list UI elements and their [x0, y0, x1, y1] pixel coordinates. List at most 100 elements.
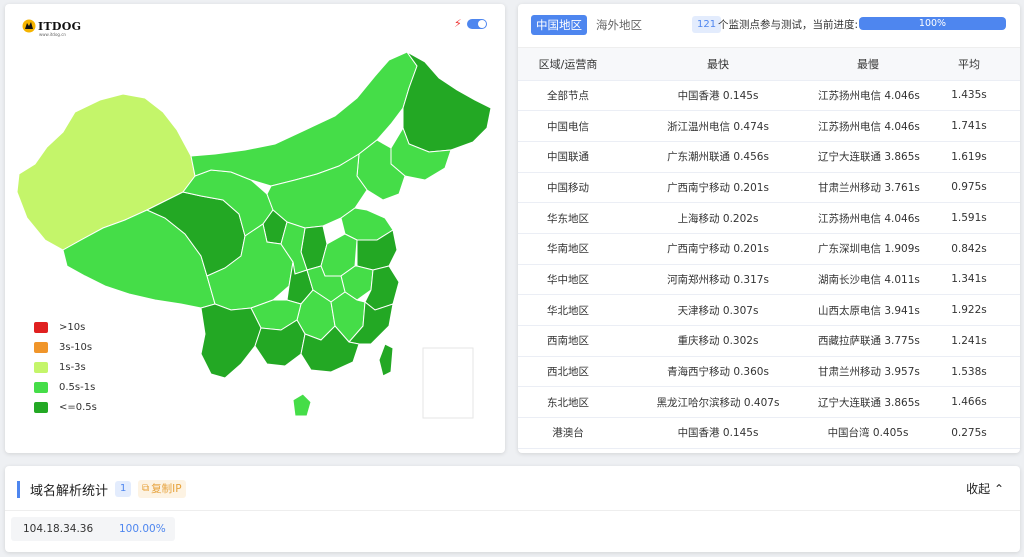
table-cell: 0.275s	[918, 417, 1020, 449]
table-row: 华东地区 上海移动 0.202s 江苏扬州电信 4.046s 1.591s	[518, 202, 1020, 234]
copy-ip-button[interactable]: ⧉ 复制IP	[138, 480, 186, 498]
legend-item[interactable]: 1s-3s	[34, 358, 97, 378]
table-cell: 中国台湾 0.405s	[818, 417, 918, 449]
table-cell: 1.341s	[918, 264, 1020, 296]
table-cell: 1.538s	[918, 356, 1020, 388]
table-cell: 1.435s	[918, 80, 1020, 112]
table-cell: 华南地区	[518, 233, 618, 265]
table-cell: 浙江温州电信 0.474s	[618, 110, 818, 142]
copy-icon: ⧉	[142, 483, 150, 494]
table-cell: 甘肃兰州移动 3.761s	[818, 172, 920, 204]
table-row: 中国移动 广西南宁移动 0.201s 甘肃兰州移动 3.761s 0.975s	[518, 172, 1020, 204]
region-taiwan	[378, 343, 394, 377]
table-cell: 黑龙江哈尔滨移动 0.407s	[618, 386, 818, 419]
region-hainan	[292, 393, 312, 417]
column-header: 最快	[618, 48, 818, 81]
table-cell: 中国香港 0.145s	[618, 80, 818, 112]
legend-label: 1s-3s	[59, 361, 86, 373]
legend-item[interactable]: <=0.5s	[34, 397, 97, 417]
table-cell: 江苏扬州电信 4.046s	[818, 202, 920, 234]
tab-china[interactable]: 中国地区	[531, 15, 587, 35]
tabs-row: 中国地区 海外地区 121 个监测点参与测试，当前进度: 100%	[518, 4, 1020, 48]
ip-chip[interactable]: 104.18.34.36 100.00%	[11, 517, 175, 541]
table-row: 华北地区 天津移动 0.307s 山西太原电信 3.941s 1.922s	[518, 294, 1020, 326]
region-yunnan	[200, 303, 262, 379]
stats-table: 区域/运营商 最快 最慢 平均 全部节点 中国香港 0.145s 江苏扬州电信 4.…	[518, 48, 1020, 449]
logo-subtext: www.itdog.cn	[39, 32, 66, 37]
divider	[5, 510, 1020, 511]
table-cell: 华北地区	[518, 294, 618, 326]
table-cell: 1.741s	[918, 110, 1020, 142]
dns-panel: 域名解析统计 1 ⧉ 复制IP 收起 ⌃ 104.18.34.36 100.00…	[5, 466, 1020, 552]
table-cell: 港澳台	[518, 417, 618, 449]
table-cell: 湖南长沙电信 4.011s	[818, 264, 920, 296]
legend-item[interactable]: 3s-10s	[34, 338, 97, 358]
node-count-text: 个监测点参与测试，当前进度:	[718, 19, 859, 31]
bolt-icon: ⚡	[454, 17, 462, 30]
table-cell: 西南地区	[518, 325, 618, 357]
collapse-button[interactable]: 收起 ⌃	[966, 480, 1004, 497]
chevron-up-icon: ⌃	[993, 482, 1004, 496]
itdog-logo: ITDOG	[22, 19, 81, 33]
south-sea-inset	[422, 347, 474, 419]
table-header-row: 区域/运营商 最快 最慢 平均	[518, 48, 1020, 81]
table-cell: 江苏扬州电信 4.046s	[818, 80, 920, 112]
table-cell: 华东地区	[518, 202, 618, 234]
progress-label: 100%	[918, 18, 947, 29]
logo-text: ITDOG	[38, 19, 82, 33]
table-cell: 1.241s	[918, 325, 1020, 357]
copy-ip-label: 复制IP	[151, 483, 182, 495]
table-cell: 全部节点	[518, 80, 618, 112]
table-row: 港澳台 中国香港 0.145s 中国台湾 0.405s 0.275s	[518, 417, 1020, 449]
table-cell: 0.842s	[918, 233, 1020, 265]
legend-item[interactable]: >10s	[34, 318, 97, 338]
legend-label: 0.5s-1s	[59, 381, 96, 393]
table-cell: 中国电信	[518, 110, 618, 142]
table-cell: 中国移动	[518, 172, 618, 204]
auto-refresh-toggle[interactable]	[467, 19, 487, 29]
legend-label: 3s-10s	[59, 342, 93, 354]
dns-title: 域名解析统计	[30, 484, 109, 499]
legend-swatch	[34, 342, 48, 354]
node-count-badge: 121	[692, 16, 722, 33]
table-cell: 辽宁大连联通 3.865s	[818, 386, 920, 419]
map-panel: ITDOG www.itdog.cn ⚡ >10s 3s-10s 1s-3s 0…	[5, 4, 505, 453]
table-cell: 中国联通	[518, 141, 618, 173]
dog-logo-icon	[22, 19, 36, 33]
table-row: 华南地区 广西南宁移动 0.201s 广东深圳电信 1.909s 0.842s	[518, 233, 1020, 265]
table-row: 中国联通 广东潮州联通 0.456s 辽宁大连联通 3.865s 1.619s	[518, 141, 1020, 173]
progress-bar: 100%	[859, 17, 1006, 30]
legend-swatch	[34, 401, 48, 413]
table-cell: 广东深圳电信 1.909s	[818, 233, 920, 265]
table-cell: 中国香港 0.145s	[618, 417, 818, 449]
table-row: 西北地区 青海西宁移动 0.360s 甘肃兰州移动 3.957s 1.538s	[518, 356, 1020, 388]
table-row: 华中地区 河南郑州移动 0.317s 湖南长沙电信 4.011s 1.341s	[518, 264, 1020, 296]
legend-label: >10s	[59, 322, 86, 334]
table-cell: 东北地区	[518, 386, 618, 419]
section-accent-bar	[17, 481, 20, 498]
table-row: 东北地区 黑龙江哈尔滨移动 0.407s 辽宁大连联通 3.865s 1.466s	[518, 386, 1020, 419]
ip-percent: 100.00%	[119, 523, 166, 535]
dns-count-badge: 1	[115, 481, 132, 497]
table-cell: 山西太原电信 3.941s	[818, 294, 920, 326]
table-cell: 西藏拉萨联通 3.775s	[818, 325, 920, 357]
table-row: 中国电信 浙江温州电信 0.474s 江苏扬州电信 4.046s 1.741s	[518, 110, 1020, 142]
column-header: 平均	[918, 48, 1020, 81]
tab-overseas[interactable]: 海外地区	[591, 15, 647, 35]
table-cell: 1.466s	[918, 386, 1020, 419]
table-cell: 河南郑州移动 0.317s	[618, 264, 818, 296]
region-heilongjiang	[402, 51, 492, 153]
table-cell: 广西南宁移动 0.201s	[618, 172, 818, 204]
table-cell: 广西南宁移动 0.201s	[618, 233, 818, 265]
table-cell: 重庆移动 0.302s	[618, 325, 818, 357]
table-cell: 1.591s	[918, 202, 1020, 234]
legend-item[interactable]: 0.5s-1s	[34, 377, 97, 397]
map-legend: >10s 3s-10s 1s-3s 0.5s-1s <=0.5s	[34, 318, 97, 417]
table-cell: 上海移动 0.202s	[618, 202, 818, 234]
legend-swatch	[34, 322, 48, 334]
table-cell: 青海西宁移动 0.360s	[618, 356, 818, 388]
stats-panel: 中国地区 海外地区 121 个监测点参与测试，当前进度: 100% 区域/运营商…	[518, 4, 1020, 453]
legend-label: <=0.5s	[59, 401, 97, 413]
table-cell: 1.922s	[918, 294, 1020, 326]
table-cell: 天津移动 0.307s	[618, 294, 818, 326]
